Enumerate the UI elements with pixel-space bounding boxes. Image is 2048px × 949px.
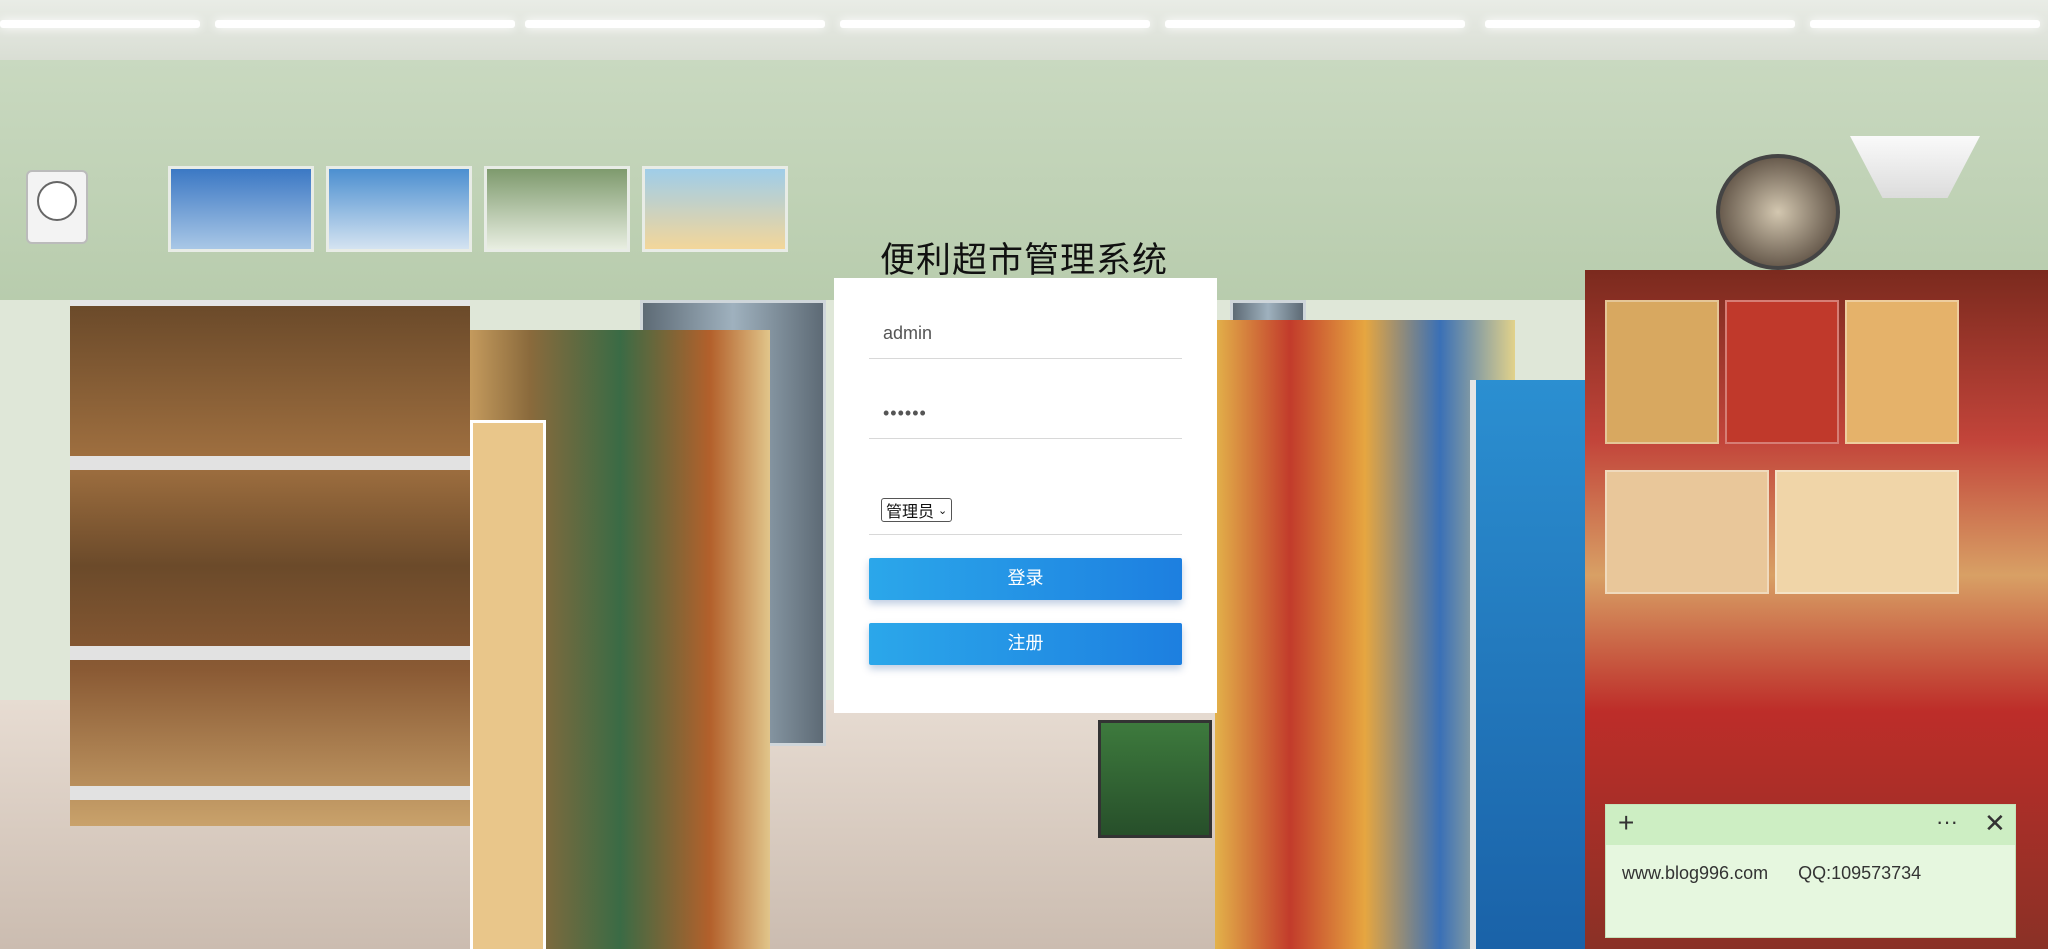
login-panel: 管理员 ⌄ 登录 注册 <box>834 278 1217 713</box>
ceiling-light <box>1810 20 2040 28</box>
ceiling-light <box>1485 20 1795 28</box>
username-input[interactable] <box>869 323 1183 344</box>
shelf-rail <box>70 786 470 800</box>
drinks-cart <box>1098 720 1212 838</box>
security-mirror <box>1716 154 1840 270</box>
wall-poster <box>168 166 314 252</box>
shelf-rail <box>70 456 470 470</box>
login-button[interactable]: 登录 <box>869 558 1182 600</box>
role-select[interactable]: 管理员 ⌄ <box>881 498 953 522</box>
ceiling-light <box>1165 20 1465 28</box>
more-icon[interactable]: ··· <box>1936 809 1958 835</box>
wall-clock <box>26 170 88 244</box>
note-toolbar: + ··· ✕ <box>1606 805 2015 845</box>
product-box <box>1605 300 1719 444</box>
snack-aisle-sign <box>470 420 546 949</box>
chevron-down-icon: ⌄ <box>938 503 948 517</box>
ceiling-light <box>0 20 200 28</box>
sticky-note-widget: + ··· ✕ www.blog996.com QQ:109573734 <box>1605 804 2016 938</box>
page-title: 便利超市管理系统 <box>879 241 1168 281</box>
product-box <box>1605 470 1769 594</box>
close-icon[interactable]: ✕ <box>1984 808 2006 839</box>
role-row: 管理员 ⌄ <box>869 484 1182 535</box>
product-box <box>1775 470 1959 594</box>
wall-poster <box>642 166 788 252</box>
chocolate-shelf <box>70 300 470 826</box>
role-selected-value: 管理员 <box>886 502 935 521</box>
wall-poster <box>484 166 630 252</box>
note-text: www.blog996.com QQ:109573734 <box>1622 863 1922 883</box>
ceiling-light <box>215 20 515 28</box>
product-box <box>1845 300 1959 444</box>
password-field-row <box>869 358 1183 439</box>
username-field-row <box>869 278 1183 359</box>
register-button[interactable]: 注册 <box>869 623 1182 665</box>
ceiling <box>0 0 2048 60</box>
plus-icon[interactable]: + <box>1618 807 1634 839</box>
ceiling-light <box>525 20 825 28</box>
wall-poster <box>326 166 472 252</box>
blue-end-cap-sign <box>1470 380 1596 949</box>
password-input[interactable] <box>869 403 1183 424</box>
product-box <box>1725 300 1839 444</box>
shelf-rail <box>70 646 470 660</box>
ceiling-light <box>840 20 1150 28</box>
